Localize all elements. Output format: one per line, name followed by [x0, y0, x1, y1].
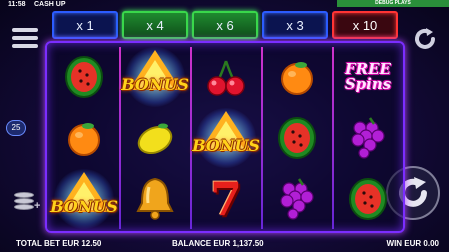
watermelon-symbol — [51, 46, 117, 107]
multiplier-2: x 4 — [122, 11, 188, 39]
seven-symbol: 7 — [193, 168, 259, 229]
bell-icon — [136, 177, 174, 220]
multiplier-4: x 3 — [262, 11, 328, 39]
bonus-label: BONUS — [50, 197, 118, 216]
orange-icon — [68, 122, 100, 156]
bonus-symbol: BONUS — [121, 46, 189, 107]
free-spins-label-line2: Spins — [344, 74, 392, 93]
reel-1: BONUS — [50, 46, 118, 230]
grapes-symbol — [335, 107, 401, 168]
multiplier-bar: x 1 x 4 x 6 x 3 x 10 — [52, 11, 398, 39]
game-title: CASH UP — [34, 1, 66, 8]
bonus-symbol: BONUS — [192, 107, 260, 168]
grapes-icon — [351, 116, 385, 159]
reel-divider — [332, 47, 334, 229]
multiplier-label: x 1 — [76, 17, 94, 33]
reel-2: BONUS — [121, 46, 189, 230]
menu-bar-icon — [12, 36, 38, 40]
orange-symbol — [51, 107, 117, 168]
total-bet: TOTAL BET EUR 12.50 — [16, 239, 102, 248]
coin-stack-icon — [14, 204, 34, 210]
free-spins-symbol: FREE Spins — [335, 46, 401, 107]
autoplay-button[interactable] — [412, 26, 438, 52]
reel-frame: BONUS BONUS BONUS 7 FREE Spins — [45, 41, 405, 233]
grapes-symbol — [264, 168, 330, 229]
watermelon-icon — [65, 55, 103, 98]
reel-4 — [264, 46, 330, 230]
multiplier-3: x 6 — [192, 11, 258, 39]
reel-5: FREE Spins — [335, 46, 401, 230]
cherry-icon — [207, 60, 245, 96]
multiplier-label: x 6 — [216, 17, 234, 33]
bonus-label: BONUS — [121, 75, 189, 94]
watermelon-symbol — [335, 168, 401, 229]
multiplier-5: x 10 — [332, 11, 398, 39]
seven-label: 7 — [209, 171, 242, 226]
status-bar: 11:58 CASH UP DEBUG PLAYS — [0, 0, 449, 10]
clock: 11:58 — [8, 1, 26, 8]
bonus-symbol: BONUS — [50, 168, 118, 229]
menu-button[interactable] — [12, 28, 38, 48]
bonus-label: BONUS — [192, 136, 260, 155]
debug-badge: DEBUG PLAYS — [337, 0, 449, 7]
reel-3: BONUS 7 — [192, 46, 260, 230]
multiplier-label: x 4 — [146, 17, 164, 33]
win-amount: WIN EUR 0.00 — [386, 239, 439, 248]
orange-symbol — [264, 46, 330, 107]
watermelon-icon — [349, 177, 387, 220]
menu-bar-icon — [12, 44, 38, 48]
reel-divider — [261, 47, 263, 229]
bottom-bar: TOTAL BET EUR 12.50 BALANCE EUR 1,137.50… — [0, 236, 449, 252]
lemon-icon — [137, 123, 173, 154]
autoplay-icon — [415, 28, 435, 49]
grapes-icon — [280, 177, 314, 220]
cherry-symbol — [193, 46, 259, 107]
orange-icon — [281, 61, 313, 95]
watermelon-icon — [278, 116, 316, 159]
paylines-badge: 25 — [6, 120, 26, 136]
bet-settings-button[interactable]: + — [14, 190, 40, 216]
balance: BALANCE EUR 1,137.50 — [172, 239, 264, 248]
multiplier-label: x 10 — [352, 17, 378, 33]
multiplier-label: x 3 — [286, 17, 304, 33]
plus-icon: + — [34, 200, 41, 212]
menu-bar-icon — [12, 28, 38, 32]
watermelon-symbol — [264, 107, 330, 168]
lemon-symbol — [122, 107, 188, 168]
multiplier-1: x 1 — [52, 11, 118, 39]
bell-symbol — [122, 168, 188, 229]
